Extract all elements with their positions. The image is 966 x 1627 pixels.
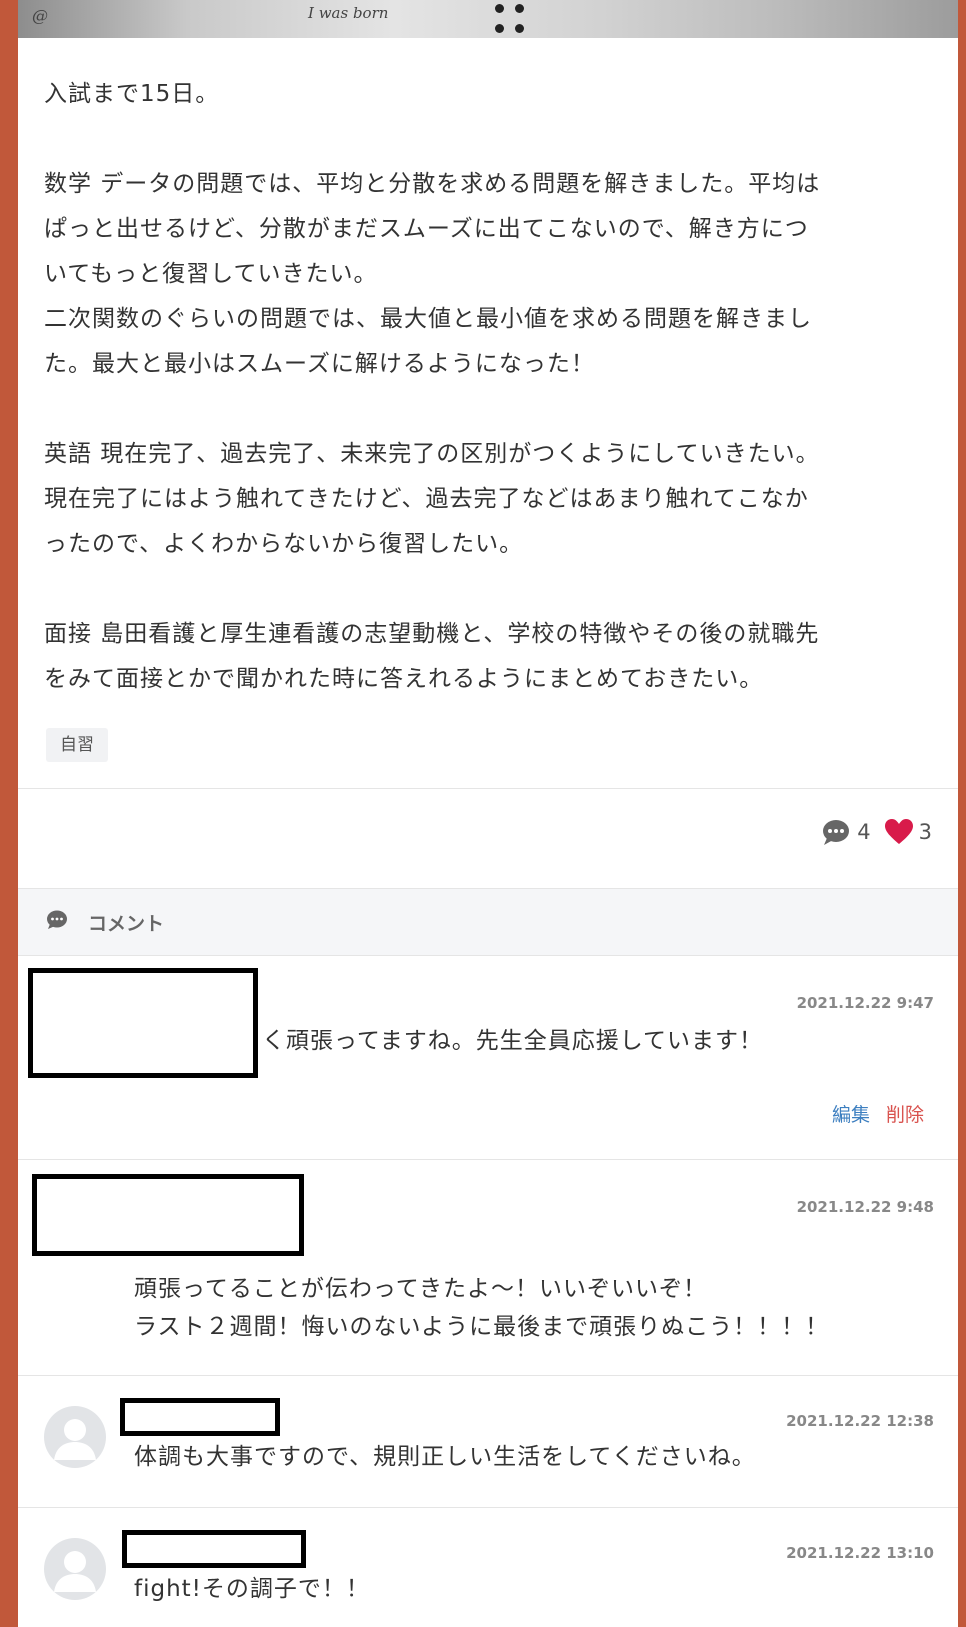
comment-item: 2021.12.22 13:10 fight!その調子で！！ [18,1508,958,1627]
avatar[interactable] [44,1538,106,1600]
post-stats: 4 3 [821,818,932,846]
comment-timestamp: 2021.12.22 13:10 [786,1544,934,1562]
post-body-line: 面接 島田看護と厚生連看護の志望動機と、学校の特徴やその後の就職先 [44,621,820,647]
photo-scribble-mid: I was born [308,4,389,22]
post-body-line: た。最大と最小はスムーズに解けるようになった！ [44,351,595,377]
comment-item: 2021.12.22 9:47 く頑張ってますね。先生全員応援しています！ 編集… [18,956,958,1160]
post-body-line: 二次関数のぐらいの問題では、最大値と最小値を求める問題を解きまし [44,306,812,332]
post-card: @ I was born 入試まで15日。数学 データの問題では、平均と分散を求… [18,0,958,1627]
divider [18,788,958,789]
post-body-line [44,567,934,612]
post-body: 入試まで15日。数学 データの問題では、平均と分散を求める問題を解きました。平均… [44,72,934,702]
post-photo[interactable]: @ I was born [18,0,958,38]
comment-count: 4 [857,820,871,844]
edit-comment-link[interactable]: 編集 [832,1100,870,1127]
comment-timestamp: 2021.12.22 9:48 [796,1198,934,1216]
photo-dots-icon [493,2,533,36]
post-body-line [44,387,934,432]
photo-scribble-left: @ [32,6,48,25]
comment-actions: 編集 削除 [832,1100,924,1127]
comment-text: 頑張ってることが伝わってきたよ～！いいぞいいぞ！ ラスト２週間！悔いのないように… [134,1276,830,1340]
comment-text: fight!その調子で！！ [134,1576,370,1602]
post-body-line [44,117,934,162]
post-body-line: 英語 現在完了、過去完了、未来完了の区別がつくようにしていきたい。 [44,441,820,467]
post-body-line: ったので、よくわからないから復習したい。 [44,531,524,557]
heart-icon[interactable] [884,819,913,845]
redacted-author [28,968,258,1078]
comment-timestamp: 2021.12.22 9:47 [796,994,934,1012]
comment-item: 2021.12.22 9:48 頑張ってることが伝わってきたよ～！いいぞいいぞ！… [18,1160,958,1376]
post-body-line: 数学 データの問題では、平均と分散を求める問題を解きました。平均は [44,171,821,197]
post-tag[interactable]: 自習 [46,728,108,762]
comment-icon [46,910,68,935]
comment-icon[interactable] [821,818,851,846]
redacted-author [32,1174,304,1256]
comments-header-label: コメント [88,912,165,935]
post-body-line: ぱっと出せるけど、分散がまだスムーズに出てこないので、解き方につ [44,216,809,242]
redacted-author [120,1398,280,1436]
post-body-line: 現在完了にはよう触れてきたけど、過去完了などはあまり触れてこなか [44,486,809,512]
comment-item: 2021.12.22 12:38 体調も大事ですので、規則正しい生活をしてくださ… [18,1376,958,1508]
delete-comment-link[interactable]: 削除 [886,1100,924,1127]
redacted-author [122,1530,306,1568]
comment-timestamp: 2021.12.22 12:38 [786,1412,934,1430]
avatar[interactable] [44,1406,106,1468]
post-body-line: いてもっと復習していきたい。 [44,261,378,287]
comments-header: コメント [18,888,958,956]
post-body-line: 入試まで15日。 [44,81,220,107]
like-count: 3 [918,820,932,844]
comment-text: 体調も大事ですので、規則正しい生活をしてくださいね。 [134,1444,756,1470]
post-body-line: をみて面接とかで聞かれた時に答えれるようにまとめておきたい。 [44,666,764,692]
comment-text: く頑張ってますね。先生全員応援しています！ [262,1028,764,1054]
